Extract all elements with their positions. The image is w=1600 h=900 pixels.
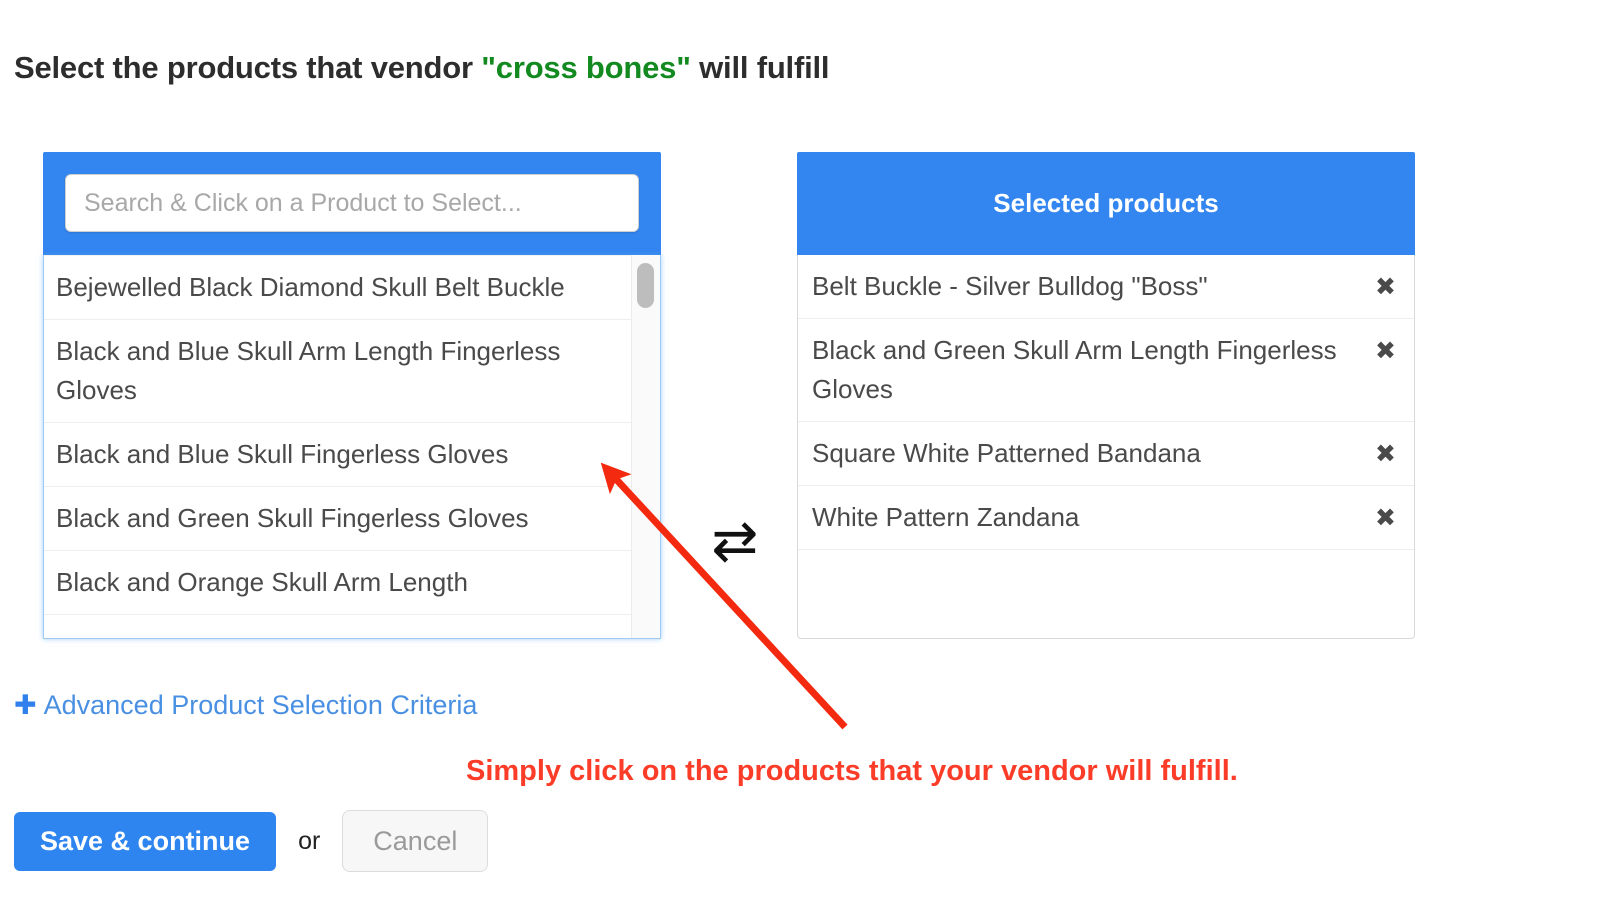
available-products-header xyxy=(43,152,661,255)
cancel-button[interactable]: Cancel xyxy=(342,810,489,872)
list-item[interactable]: Black and Blue Skull Arm Length Fingerle… xyxy=(44,320,632,423)
list-item[interactable]: Black and Green Skull Fingerless Gloves xyxy=(44,487,632,551)
available-products-panel: Bejewelled Black Diamond Skull Belt Buck… xyxy=(43,152,661,639)
save-and-continue-button[interactable]: Save & continue xyxy=(14,811,277,871)
page-title: Select the products that vendor "cross b… xyxy=(14,50,830,86)
product-selection-panels: Bejewelled Black Diamond Skull Belt Buck… xyxy=(0,152,1600,652)
available-list-scrollbar[interactable] xyxy=(631,255,660,638)
selected-item-label: Black and Green Skull Arm Length Fingerl… xyxy=(812,335,1337,404)
scrollbar-thumb[interactable] xyxy=(637,263,654,308)
selected-list-item: Black and Green Skull Arm Length Fingerl… xyxy=(798,319,1414,422)
page-title-prefix: Select the products that vendor xyxy=(14,50,482,85)
list-item[interactable]: Bejewelled Black Diamond Skull Belt Buck… xyxy=(44,255,632,320)
selected-item-label: White Pattern Zandana xyxy=(812,502,1080,532)
selected-products-list: Belt Buckle - Silver Bulldog "Boss" ✖ Bl… xyxy=(797,255,1415,639)
list-item[interactable]: Black and Blue Skull Fingerless Gloves xyxy=(44,423,632,487)
remove-icon[interactable]: ✖ xyxy=(1375,267,1396,306)
available-products-list-container: Bejewelled Black Diamond Skull Belt Buck… xyxy=(43,255,661,639)
footer-actions: Save & continue or Cancel xyxy=(14,810,489,872)
remove-icon[interactable]: ✖ xyxy=(1375,331,1396,370)
selected-products-panel: Selected products Belt Buckle - Silver B… xyxy=(797,152,1415,639)
search-input[interactable] xyxy=(65,174,639,232)
advanced-product-selection-criteria-link[interactable]: ✚ Advanced Product Selection Criteria xyxy=(14,690,477,721)
selected-list-item: Square White Patterned Bandana ✖ xyxy=(798,422,1414,486)
annotation-text: Simply click on the products that your v… xyxy=(466,755,1238,787)
list-item[interactable]: Black and Orange Skull Arm Length xyxy=(44,551,632,615)
selected-products-title: Selected products xyxy=(797,152,1415,255)
remove-icon[interactable]: ✖ xyxy=(1375,434,1396,473)
selected-list-item: Belt Buckle - Silver Bulldog "Boss" ✖ xyxy=(798,255,1414,319)
plus-icon: ✚ xyxy=(14,690,37,721)
vendor-name: "cross bones" xyxy=(481,50,691,85)
selected-list-item: White Pattern Zandana ✖ xyxy=(798,486,1414,550)
available-products-list: Bejewelled Black Diamond Skull Belt Buck… xyxy=(44,255,632,638)
swap-arrows-icon[interactable]: ⇄ xyxy=(690,514,780,570)
advanced-link-label: Advanced Product Selection Criteria xyxy=(43,690,478,720)
remove-icon[interactable]: ✖ xyxy=(1375,498,1396,537)
selected-item-label: Belt Buckle - Silver Bulldog "Boss" xyxy=(812,271,1208,301)
or-separator-label: or xyxy=(298,826,321,855)
selected-item-label: Square White Patterned Bandana xyxy=(812,438,1201,468)
page-title-suffix: will fulfill xyxy=(690,50,830,85)
